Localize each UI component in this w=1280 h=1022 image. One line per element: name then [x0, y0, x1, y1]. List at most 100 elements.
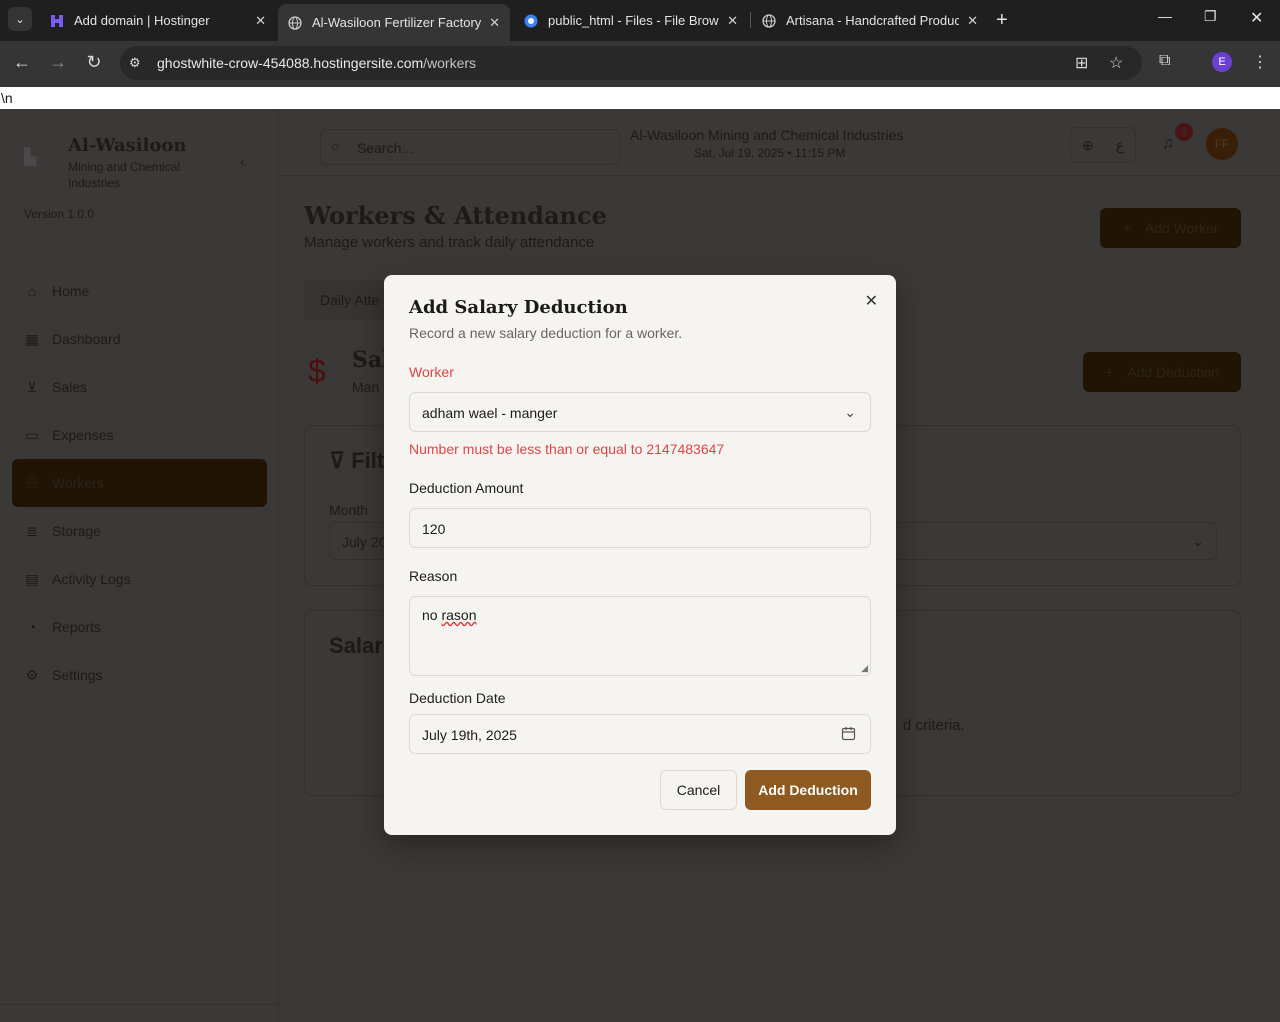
- worker-filter-select[interactable]: ⌄: [865, 522, 1217, 560]
- filter-icon: ⊽: [329, 448, 352, 473]
- bell-icon[interactable]: ♫: [1162, 135, 1174, 153]
- url-path: /workers: [423, 55, 477, 71]
- sidebar-item-activity-logs[interactable]: ▤ Activity Logs: [12, 555, 267, 603]
- deduction-date-picker[interactable]: July 19th, 2025: [409, 714, 871, 754]
- sidebar-item-sales[interactable]: ⊻ Sales: [12, 363, 267, 411]
- database-icon: ≣: [26, 522, 38, 539]
- sidebar-item-storage[interactable]: ≣ Storage: [12, 507, 267, 555]
- app-version: Version 1.0.0: [24, 207, 95, 221]
- reload-icon[interactable]: ↻: [82, 52, 106, 73]
- file-browser-icon: [524, 14, 538, 28]
- app-topbar: ○ Search... Al-Wasiloon Mining and Chemi…: [280, 109, 1280, 176]
- calendar-icon: [841, 726, 856, 744]
- factory-logo-icon: ▙: [24, 149, 37, 166]
- add-deduction-bg-label: Add Deduction: [1127, 364, 1220, 380]
- tab-daily-attendance[interactable]: Daily Atte: [320, 292, 379, 308]
- close-tab-icon[interactable]: ✕: [255, 13, 266, 29]
- language-label: ع: [1115, 136, 1125, 153]
- gear-icon: ⚙: [25, 666, 39, 683]
- browser-toolbar: ← → ↻ ⚙ ghostwhite-crow-454088.hostinger…: [0, 41, 1280, 87]
- add-deduction-bg-button[interactable]: + Add Deduction: [1083, 352, 1241, 392]
- sidebar: ▙ Al-Wasiloon Mining and Chemical Indust…: [0, 109, 279, 1022]
- sidebar-item-reports[interactable]: ◔ Reports: [12, 603, 267, 651]
- dollar-icon: $: [308, 353, 326, 389]
- hostinger-icon: [50, 14, 64, 28]
- bookmark-star-icon[interactable]: ☆: [1109, 53, 1123, 73]
- close-tab-icon[interactable]: ✕: [489, 15, 500, 31]
- worker-label: Worker: [409, 364, 454, 380]
- tab-title: Add domain | Hostinger: [74, 13, 210, 28]
- address-bar[interactable]: ⚙ ghostwhite-crow-454088.hostingersite.c…: [120, 46, 1142, 80]
- sidebar-item-label: Storage: [52, 523, 102, 539]
- empty-state-text: d criteria.: [903, 717, 965, 734]
- month-label: Month: [329, 502, 368, 518]
- filters-title-text: Filt: [351, 448, 385, 473]
- wallet-icon: ▭: [25, 426, 39, 443]
- notification-badge: 3: [1175, 123, 1193, 141]
- browser-tab[interactable]: Artisana - Handcrafted Product ✕: [752, 6, 988, 35]
- add-deduction-button[interactable]: Add Deduction: [745, 770, 871, 810]
- tab-title: Al-Wasiloon Fertilizer Factory M: [312, 15, 482, 30]
- close-icon[interactable]: ✕: [865, 291, 878, 311]
- reason-value: no rason: [422, 607, 477, 623]
- chevron-down-icon: ⌄: [1192, 533, 1204, 549]
- browser-tab[interactable]: public_html - Files - File Browse ✕: [514, 6, 748, 35]
- tab-separator: [750, 12, 751, 28]
- site-info-icon[interactable]: ⚙: [129, 55, 141, 71]
- deduction-amount-input[interactable]: 120: [409, 508, 871, 548]
- translate-icon[interactable]: ⊞: [1075, 53, 1088, 73]
- sidebar-item-settings[interactable]: ⚙ Settings: [12, 651, 267, 699]
- language-toggle[interactable]: ⊕ ع: [1070, 127, 1136, 163]
- home-icon: ⌂: [27, 283, 37, 299]
- sidebar-footer-divider: [0, 1004, 279, 1005]
- add-worker-label: Add Worker: [1144, 220, 1219, 236]
- plus-icon: +: [1104, 364, 1114, 380]
- browser-tab-active[interactable]: Al-Wasiloon Fertilizer Factory M ✕: [278, 4, 510, 41]
- resize-handle-icon[interactable]: ◢: [861, 663, 868, 674]
- close-tab-icon[interactable]: ✕: [727, 13, 738, 29]
- section-subtitle: Man: [352, 379, 380, 395]
- cart-icon: ⊻: [26, 378, 38, 395]
- add-worker-button[interactable]: + Add Worker: [1100, 208, 1241, 248]
- deduction-date-value: July 19th, 2025: [422, 727, 517, 743]
- reason-textarea[interactable]: no rason ◢: [409, 596, 871, 676]
- sidebar-item-label: Settings: [52, 667, 103, 683]
- back-icon[interactable]: ←: [10, 52, 34, 73]
- forward-icon[interactable]: →: [46, 52, 70, 73]
- close-window-icon[interactable]: ✕: [1250, 8, 1263, 28]
- clipboard-icon: ▤: [25, 570, 39, 587]
- sidebar-item-dashboard[interactable]: ▦ Dashboard: [12, 315, 267, 363]
- page-title: Workers & Attendance: [304, 201, 607, 230]
- search-input[interactable]: ○ Search...: [320, 129, 620, 165]
- users-icon: ⚇: [25, 474, 39, 491]
- new-tab-icon[interactable]: +: [996, 8, 1008, 32]
- worker-select[interactable]: adham wael - manger ⌄: [409, 392, 871, 432]
- minimize-icon[interactable]: —: [1158, 8, 1172, 24]
- sidebar-item-label: Reports: [52, 619, 102, 635]
- dashboard-icon: ▦: [25, 330, 39, 347]
- globe-icon: [288, 15, 302, 30]
- close-tab-icon[interactable]: ✕: [967, 13, 978, 29]
- restore-icon[interactable]: ❐: [1204, 8, 1217, 25]
- chevron-down-icon: ⌄: [844, 404, 856, 420]
- pie-chart-icon: ◔: [27, 619, 37, 635]
- sidebar-item-label: Home: [52, 283, 90, 299]
- reason-text-a: no: [422, 607, 442, 623]
- url-text[interactable]: ghostwhite-crow-454088.hostingersite.com…: [157, 55, 476, 71]
- tab-search-icon[interactable]: ⌄: [8, 7, 32, 31]
- reason-label: Reason: [409, 568, 458, 584]
- sidebar-item-label: Workers: [52, 475, 104, 491]
- browser-tab[interactable]: Add domain | Hostinger ✕: [40, 6, 276, 35]
- browser-menu-icon[interactable]: ⋮: [1252, 52, 1268, 72]
- extensions-icon[interactable]: ⧉: [1159, 52, 1170, 70]
- sidebar-item-workers[interactable]: ⚇ Workers: [12, 459, 267, 507]
- profile-avatar[interactable]: E: [1212, 52, 1232, 72]
- sidebar-item-expenses[interactable]: ▭ Expenses: [12, 411, 267, 459]
- dialog-title: Add Salary Deduction: [409, 297, 628, 318]
- sidebar-item-home[interactable]: ⌂ Home: [12, 267, 267, 315]
- chevron-left-icon[interactable]: ‹: [240, 153, 245, 169]
- avatar[interactable]: FF: [1206, 128, 1238, 160]
- cancel-button[interactable]: Cancel: [660, 770, 737, 810]
- month-value: July 20: [342, 534, 387, 550]
- tab-title: public_html - Files - File Browse: [548, 13, 720, 28]
